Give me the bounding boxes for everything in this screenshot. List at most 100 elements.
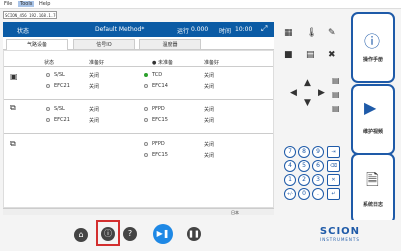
table-row: EFC15 关闭 xyxy=(4,152,275,159)
address-field[interactable]: SCION_456 192.168.1.76 xyxy=(3,11,57,19)
logo-line1: SCION xyxy=(319,226,361,237)
key-8[interactable]: 8 xyxy=(298,146,310,158)
row-right-status: 关闭 xyxy=(204,118,215,124)
up-arrow-icon[interactable]: ▲ xyxy=(304,78,311,88)
maintenance-video-button[interactable]: ▶ 维护视频 xyxy=(351,84,395,155)
tools-icon[interactable]: ✖ xyxy=(328,50,336,60)
col-not-ready: ● 未准备 xyxy=(152,60,173,66)
tab-bar: 气路设备 信号IO 温度器 xyxy=(3,37,274,50)
tab-signal-io[interactable]: 信号IO xyxy=(73,39,135,50)
row-right-name: EFC15 xyxy=(152,117,168,123)
system-log-button[interactable]: 🗎 系统日志 xyxy=(351,153,395,224)
row-right-name: PFPD xyxy=(152,106,165,112)
stop-icon[interactable]: ■ xyxy=(284,50,293,60)
menu-file[interactable]: File xyxy=(2,1,14,7)
scion-logo: SCION INSTRUMENTS xyxy=(310,226,370,242)
instrument-icon[interactable]: ▦ xyxy=(284,28,293,38)
key-5[interactable]: 5 xyxy=(298,160,310,172)
key-1[interactable]: 1 xyxy=(284,174,296,186)
manual-icon: ⓘ xyxy=(364,32,381,51)
row-right-name: EFC15 xyxy=(152,152,168,158)
numeric-keypad: 7 8 9 ⇥ 4 5 6 ⌫ 1 2 3 ✕ +/- 0 . ↵ xyxy=(282,146,342,210)
left-arrow-icon[interactable]: ◀ xyxy=(290,88,297,98)
bottom-toolbar: ⌂ ⓘ ? ▶❚ ❚❚ SCION INSTRUMENTS xyxy=(0,220,401,251)
right-arrow-icon[interactable]: ▶ xyxy=(318,88,325,98)
status-text: 日本 xyxy=(231,210,239,215)
clear-icon[interactable]: ✕ xyxy=(327,174,340,186)
method-name: Default Method* xyxy=(95,26,145,33)
manual-label: 操作手册 xyxy=(362,57,383,63)
col-ready: 准备好 xyxy=(89,60,105,66)
status-radio xyxy=(46,118,50,122)
status-radio-on xyxy=(144,73,148,77)
key-plus-minus[interactable]: +/- xyxy=(284,188,296,200)
key-7[interactable]: 7 xyxy=(284,146,296,158)
row-left-status: 关闭 xyxy=(89,84,100,90)
run-value: 0.000 xyxy=(191,26,209,33)
device-status-table: 状态 准备好 ● 未准备 准备好 ▣ S/SL 关闭 TCD 关闭 EFC21 … xyxy=(3,50,274,208)
pause-icon[interactable]: ❚❚ xyxy=(187,227,201,241)
table-row: S/SL 关闭 PFPD 关闭 xyxy=(4,106,275,113)
row-right-name: TCD xyxy=(152,72,163,78)
key-2[interactable]: 2 xyxy=(298,174,310,186)
table-row: EFC21 关闭 EFC15 关闭 xyxy=(4,117,275,124)
row-left-status: 关闭 xyxy=(89,118,100,124)
status-bar: 日本 xyxy=(3,208,274,215)
key-4[interactable]: 4 xyxy=(284,160,296,172)
status-radio xyxy=(46,73,50,77)
row-right-status: 关闭 xyxy=(204,153,215,159)
chart-icon[interactable]: ▤ xyxy=(306,50,315,60)
col-ready-2: 准备好 xyxy=(204,60,220,66)
menu-tools[interactable]: Tools xyxy=(18,1,35,7)
backspace-icon[interactable]: ⌫ xyxy=(327,160,340,172)
row-left-status: 关闭 xyxy=(89,107,100,113)
status-header: 状态 Default Method* 运行 0.000 时间 10:00 ⤢ xyxy=(3,22,274,37)
doc-icon[interactable]: ▤ xyxy=(332,76,340,85)
tab-gas-devices[interactable]: 气路设备 xyxy=(6,39,68,50)
next-icon[interactable]: ⇥ xyxy=(327,146,340,158)
pen-icon[interactable]: ✎ xyxy=(328,28,336,38)
menu-help[interactable]: Help xyxy=(37,1,52,7)
key-9[interactable]: 9 xyxy=(312,146,324,158)
log-label: 系统日志 xyxy=(362,202,383,208)
header-divider xyxy=(4,66,273,67)
row-right-status: 关闭 xyxy=(204,142,215,148)
status-radio xyxy=(144,84,148,88)
status-radio xyxy=(46,84,50,88)
row-right-name: PFPD xyxy=(152,141,165,147)
time-label: 时间 xyxy=(219,28,232,35)
expand-icon[interactable]: ⤢ xyxy=(261,24,267,34)
key-dot[interactable]: . xyxy=(312,188,324,200)
help-icon[interactable]: ? xyxy=(123,227,137,241)
icon-toolbar: ▦ 🌡 ✎ ■ ▤ ✖ ▲ ◀ ▶ ▼ ▤ ▤ ▤ xyxy=(282,28,340,118)
key-3[interactable]: 3 xyxy=(312,174,324,186)
thermometer-icon[interactable]: 🌡 xyxy=(306,28,317,38)
run-label: 运行 xyxy=(177,28,190,35)
enter-icon[interactable]: ↵ xyxy=(327,188,340,200)
info-icon[interactable]: ⓘ xyxy=(101,227,115,241)
row-left-name: S/SL xyxy=(54,72,65,78)
row-right-status: 关闭 xyxy=(204,107,215,113)
row-left-name: S/SL xyxy=(54,106,65,112)
doc-icon[interactable]: ▤ xyxy=(332,104,340,113)
play-pause-icon[interactable]: ▶❚ xyxy=(153,224,173,244)
table-row: PFPD 关闭 xyxy=(4,141,275,148)
section-divider xyxy=(4,99,273,100)
section-divider xyxy=(4,133,273,134)
status-radio xyxy=(46,107,50,111)
row-right-status: 关闭 xyxy=(204,73,215,79)
video-label: 维护视频 xyxy=(362,129,383,135)
header-status-label: 状态 xyxy=(17,28,30,35)
doc-icon[interactable]: ▤ xyxy=(332,90,340,99)
row-left-name: EFC21 xyxy=(54,117,70,123)
status-radio xyxy=(144,107,148,111)
key-6[interactable]: 6 xyxy=(312,160,324,172)
tab-temperature[interactable]: 温度器 xyxy=(139,39,201,50)
key-0[interactable]: 0 xyxy=(298,188,310,200)
down-arrow-icon[interactable]: ▼ xyxy=(304,98,311,108)
status-radio xyxy=(144,153,148,157)
row-left-name: EFC21 xyxy=(54,83,70,89)
operation-manual-button[interactable]: ⓘ 操作手册 xyxy=(351,12,395,83)
col-status: 状态 xyxy=(44,60,55,66)
home-icon[interactable]: ⌂ xyxy=(74,228,88,242)
